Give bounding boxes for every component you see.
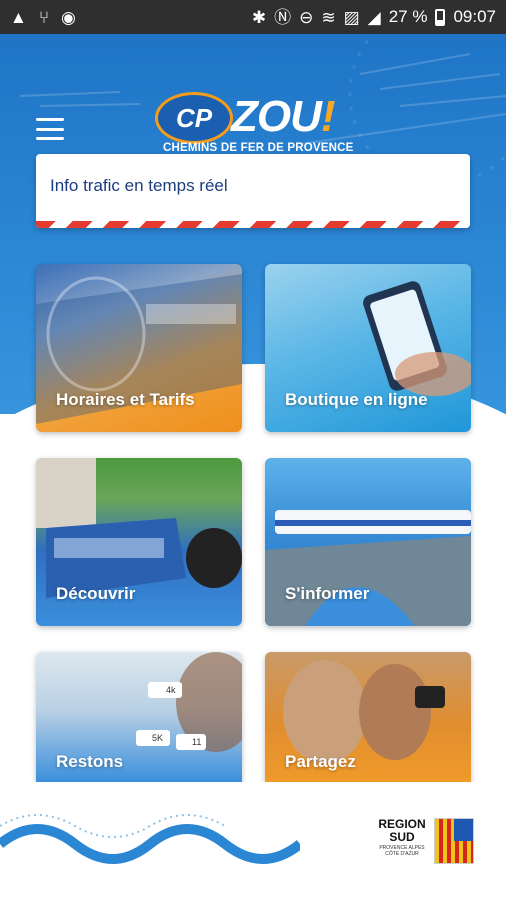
hamburger-menu-icon[interactable] [36,118,64,140]
nfc-icon: Ⓝ [274,7,292,27]
usb-icon: ⑂ [38,7,50,27]
wave-decoration [0,814,300,864]
warning-icon: ▲ [10,7,27,27]
battery-level: 27 % [388,7,428,26]
logo-wordmark: ZOU! [231,92,336,141]
logo-subtitle: CHEMINS DE FER DE PROVENCE [163,142,354,154]
battery-icon [435,8,446,26]
status-bar: ▲ ⑂ ◉ ✱ Ⓝ ⊖ ≋ ▨ ◢ 27 % 09:07 [0,0,506,34]
hazard-stripe [36,221,470,228]
region-title: REGION SUD [378,817,426,844]
followers-badge: 4k [166,685,176,695]
tile-label: Partagez [285,752,356,771]
tile-label: Restons [56,752,124,771]
region-flag-icon [434,818,474,864]
wifi-icon: ≋ [321,7,336,27]
region-subtitle: PROVENCE ALPES CÔTE D'AZUR [379,845,425,857]
region-sud-logo: REGION SUD PROVENCE ALPES CÔTE D'AZUR [374,818,474,866]
tile-label: S'informer [285,584,370,603]
clock: 09:07 [453,7,496,26]
tile-restons[interactable]: 4k 5K 11 Restons [36,652,242,782]
traffic-rest: en temps réel [119,176,228,195]
tile-label: Boutique en ligne [285,390,428,409]
dnd-icon: ⊖ [299,7,314,27]
traffic-info-card[interactable]: Info trafic en temps réel [36,154,470,228]
tile-boutique[interactable]: Boutique en ligne [265,264,471,432]
traffic-lead: Info trafic [50,176,120,195]
no-sim-icon: ▨ [343,7,360,27]
signal-icon: ◢ [367,7,381,27]
tile-label: Horaires et Tarifs [56,390,195,409]
circle-icon: ◉ [61,7,76,27]
likes-badge: 5K [152,733,164,743]
tile-partagez[interactable]: Partagez [265,652,471,782]
traffic-info-text: Info trafic en temps réel [50,176,228,196]
bluetooth-icon: ✱ [251,7,267,27]
tile-sinformer[interactable]: S'informer [265,458,471,626]
tile-decouvrir[interactable]: Découvrir [36,458,242,626]
comments-badge: 11 [192,737,202,747]
cp-badge: CP [155,92,233,144]
tile-horaires-tarifs[interactable]: Horaires et Tarifs [36,264,242,432]
tile-label: Découvrir [56,584,136,603]
